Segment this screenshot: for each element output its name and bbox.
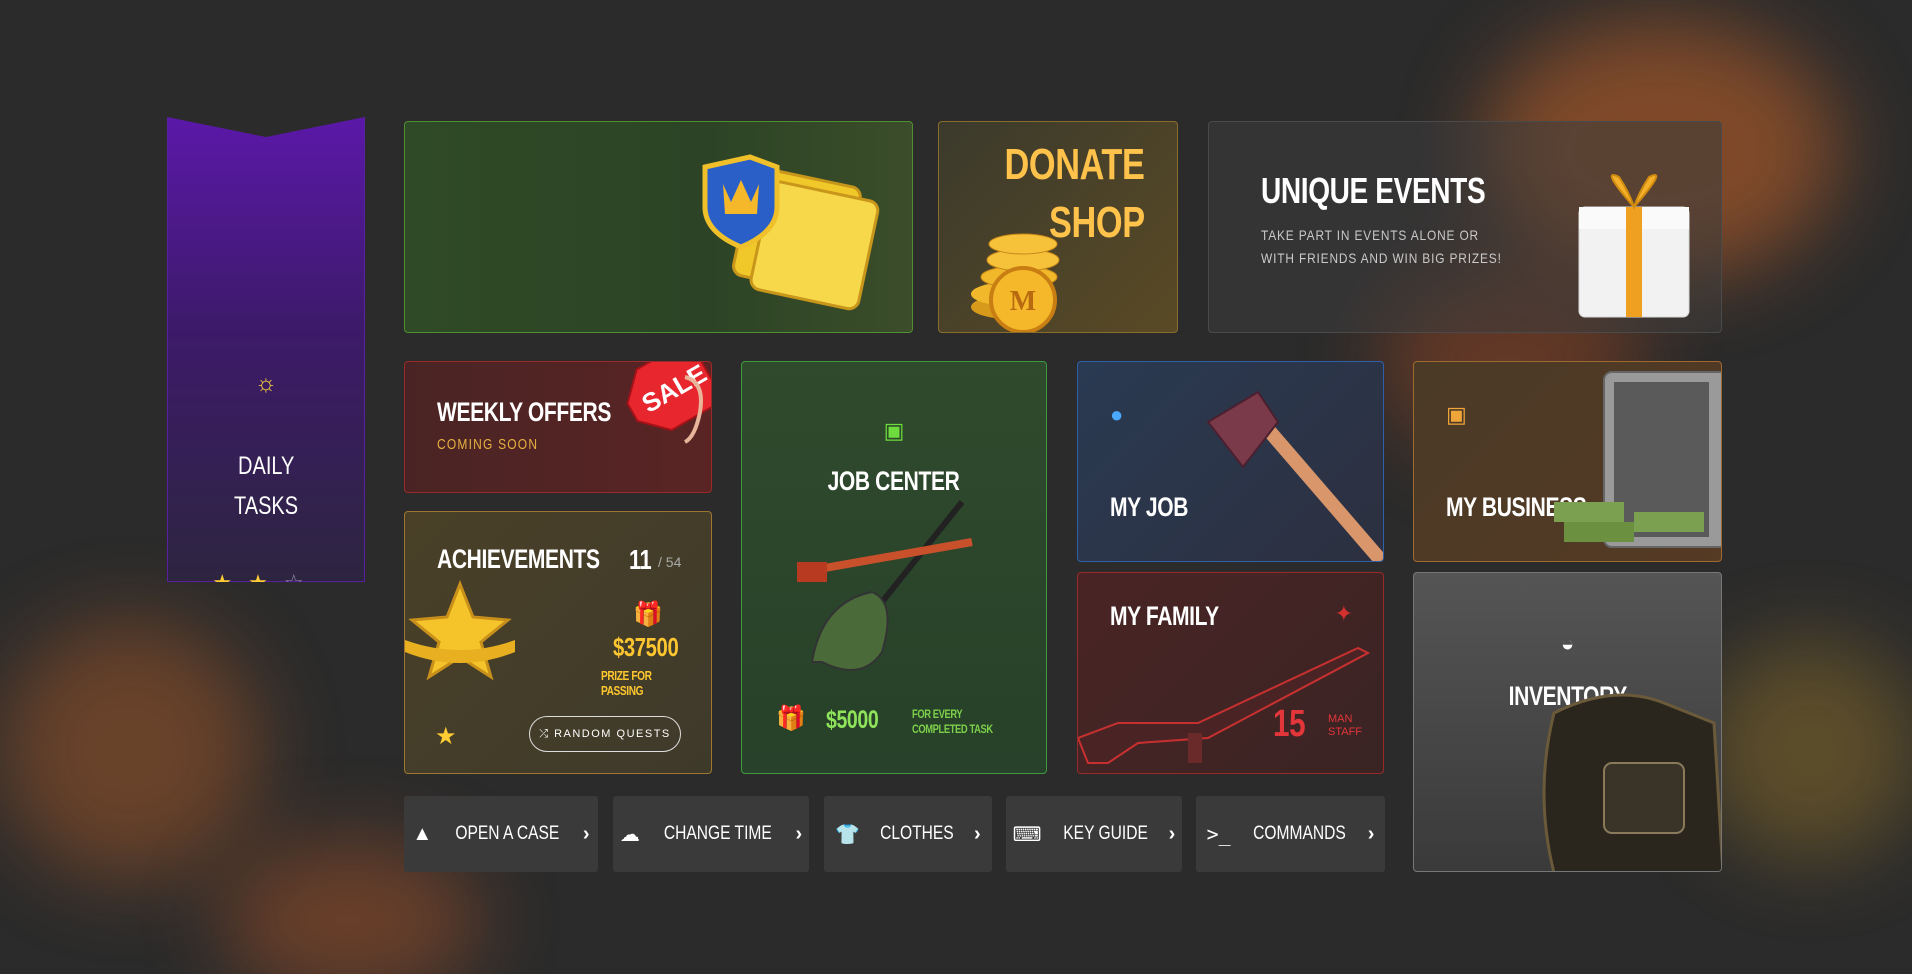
random-quests-button[interactable]: ⤮ RANDOM QUESTS (529, 716, 681, 752)
clothes-button[interactable]: 👕 CLOTHES › (824, 796, 992, 872)
shirt-icon: 👕 (835, 823, 861, 846)
gift-icon: 🎁 (776, 705, 806, 732)
commands-button[interactable]: >_ COMMANDS › (1196, 796, 1385, 872)
my-family-card[interactable]: MY FAMILY ✦ 15 MAN STAFF (1077, 572, 1384, 774)
rifle-icon (1078, 646, 1371, 764)
daily-tasks-card[interactable]: ☼ DAILY TASKS ★★☆ (167, 117, 365, 582)
unique-events-card[interactable]: UNIQUE EVENTS TAKE PART IN EVENTS ALONE … (1208, 121, 1722, 333)
job-center-card[interactable]: ▣ JOB CENTER 🎁 $5000 FOR EVERY COMPLETED … (741, 361, 1047, 774)
sun-icon: ☼ (255, 370, 277, 397)
key-guide-button[interactable]: ⌨ KEY GUIDE › (1006, 796, 1182, 872)
keyboard-icon: ⌨ (1012, 823, 1042, 846)
button-label: COMMANDS (1252, 823, 1346, 844)
chevron-right-icon: › (973, 822, 981, 845)
job-center-amount: $5000 (826, 706, 879, 734)
small-star-icon: ★ (435, 723, 457, 750)
open-case-button[interactable]: ▲ OPEN A CASE › (404, 796, 598, 872)
weekly-offers-card[interactable]: WEEKLY OFFERS COMING SOON SALE (404, 361, 712, 493)
button-label: CHANGE TIME (663, 823, 772, 844)
chevron-right-icon: › (1367, 822, 1375, 845)
weather-icon: ☁ (619, 823, 640, 846)
daily-stars: ★★☆ (168, 570, 364, 595)
my-business-card[interactable]: ▣ MY BUSINESS (1413, 361, 1722, 562)
axe-icon (1206, 390, 1383, 561)
achievements-card[interactable]: ACHIEVEMENTS 11 / 54 🎁 $37500 PRIZE FOR … (404, 511, 712, 774)
daily-tasks-label: DAILY TASKS (233, 452, 299, 520)
family-member-count: 15 (1273, 703, 1306, 745)
star-icon: ★ (248, 570, 284, 595)
button-label: CLOTHES (880, 823, 954, 844)
shuffle-icon: ⤮ (539, 728, 555, 740)
pass-ticket-icon (702, 154, 880, 311)
gift-box-icon (1578, 174, 1690, 318)
battle-pass-card[interactable] (404, 121, 913, 333)
svg-text:M: M (1010, 286, 1036, 317)
coins-icon: M (971, 233, 1060, 332)
chevron-right-icon: › (1168, 822, 1176, 845)
donate-shop-card[interactable]: DONATE SHOP M (938, 121, 1178, 333)
family-staff-label: MAN STAFF (1328, 713, 1363, 738)
my-job-card[interactable]: ● MY JOB (1077, 361, 1384, 562)
change-time-button[interactable]: ☁ CHANGE TIME › (613, 796, 809, 872)
safe-icon (1554, 371, 1721, 548)
sale-tag-icon: SALE (626, 362, 711, 444)
star-outline-icon: ☆ (283, 570, 320, 595)
warning-icon: ▲ (412, 822, 433, 845)
backpack-icon (1542, 693, 1721, 871)
terminal-icon: >_ (1206, 822, 1231, 846)
button-label: KEY GUIDE (1062, 823, 1148, 844)
job-center-note: FOR EVERY COMPLETED TASK (912, 707, 993, 736)
button-label: OPEN A CASE (455, 823, 560, 844)
star-icon: ★ (212, 570, 249, 595)
chevron-right-icon: › (582, 822, 590, 845)
inventory-card[interactable]: ◒ INVENTORY ⌄ (1413, 572, 1722, 872)
chevron-right-icon: › (795, 822, 803, 845)
